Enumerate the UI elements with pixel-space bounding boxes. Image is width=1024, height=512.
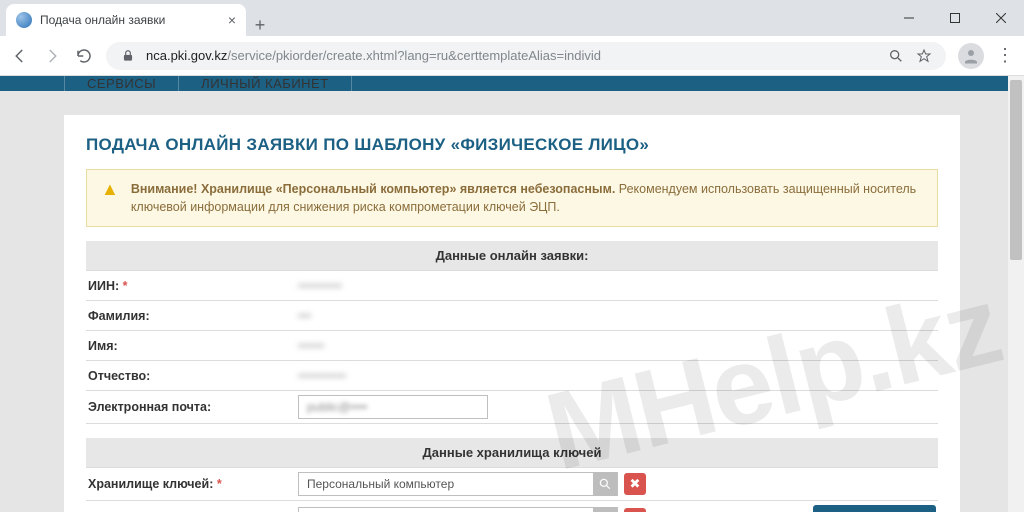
url-text: nca.pki.gov.kz/service/pkiorder/create.x… (146, 48, 601, 63)
browser-chrome: Подача онлайн заявки × + nca.pki.gov.kz/… (0, 0, 1024, 76)
window-controls (886, 0, 1024, 36)
new-tab-button[interactable]: + (246, 15, 274, 36)
value-lastname: ••• (296, 305, 938, 327)
profile-avatar[interactable] (958, 43, 984, 69)
value-email: public@•••• (296, 391, 938, 423)
browser-toolbar: nca.pki.gov.kz/service/pkiorder/create.x… (0, 36, 1024, 76)
tab-title: Подача онлайн заявки (40, 13, 220, 27)
clear-keypath-button[interactable]: ✖ (624, 508, 646, 512)
row-email: Электронная почта: public@•••• (86, 391, 938, 424)
row-firstname: Имя: •••••• (86, 331, 938, 361)
warning-text: Внимание! Хранилище «Персональный компью… (131, 180, 923, 216)
row-iin: ИИН: * •••••••••• (86, 271, 938, 301)
lock-icon (118, 46, 138, 66)
maximize-button[interactable] (932, 0, 978, 36)
row-keypath: Путь к хранилищу ключей: * C:\Users\MHel… (86, 501, 938, 512)
warning-banner: ▲ Внимание! Хранилище «Персональный комп… (86, 169, 938, 227)
menu-button[interactable]: ⋮ (996, 45, 1014, 66)
back-button[interactable] (10, 46, 30, 66)
forward-button[interactable] (42, 46, 62, 66)
row-keystore: Хранилище ключей: * Персональный компьют… (86, 468, 938, 501)
zoom-icon[interactable] (886, 46, 906, 66)
star-icon[interactable] (914, 46, 934, 66)
keystore-grid: Хранилище ключей: * Персональный компьют… (86, 467, 938, 512)
request-data-grid: ИИН: * •••••••••• Фамилия: ••• Имя: ••••… (86, 270, 938, 424)
label-iin: ИИН: * (86, 273, 296, 299)
submit-button[interactable]: Подать заявку (813, 505, 936, 512)
label-patronymic: Отчество: (86, 363, 296, 389)
section-keystore: Данные хранилища ключей (86, 438, 938, 467)
tab-strip: Подача онлайн заявки × + (0, 0, 1024, 36)
reload-button[interactable] (74, 46, 94, 66)
address-bar[interactable]: nca.pki.gov.kz/service/pkiorder/create.x… (106, 42, 946, 70)
page-title: ПОДАЧА ОНЛАЙН ЗАЯВКИ ПО ШАБЛОНУ «ФИЗИЧЕС… (86, 135, 938, 155)
value-keypath: C:\Users\MHelp.pro\Desktop\ЭЦП до 02.02.… (296, 501, 938, 512)
label-firstname: Имя: (86, 333, 296, 359)
page-viewport: СЕРВИСЫ ЛИЧНЫЙ КАБИНЕТ ПОДАЧА ОНЛАЙН ЗАЯ… (0, 76, 1024, 512)
value-iin: •••••••••• (296, 275, 938, 297)
nav-account[interactable]: ЛИЧНЫЙ КАБИНЕТ (179, 76, 352, 91)
label-lastname: Фамилия: (86, 303, 296, 329)
label-keystore: Хранилище ключей: * (86, 471, 296, 497)
search-icon[interactable] (593, 472, 617, 496)
warning-icon: ▲ (101, 180, 119, 216)
value-keystore: Персональный компьютер ✖ (296, 468, 938, 500)
site-nav-bar: СЕРВИСЫ ЛИЧНЫЙ КАБИНЕТ (0, 76, 1024, 91)
browser-tab[interactable]: Подача онлайн заявки × (6, 4, 246, 36)
minimize-button[interactable] (886, 0, 932, 36)
close-window-button[interactable] (978, 0, 1024, 36)
scrollbar[interactable] (1008, 76, 1024, 512)
value-patronymic: ••••••••••• (296, 365, 938, 387)
keystore-input[interactable]: Персональный компьютер (298, 472, 618, 496)
scroll-thumb[interactable] (1010, 80, 1022, 260)
close-tab-icon[interactable]: × (228, 12, 236, 28)
clear-keystore-button[interactable]: ✖ (624, 473, 646, 495)
row-lastname: Фамилия: ••• (86, 301, 938, 331)
main-panel: ПОДАЧА ОНЛАЙН ЗАЯВКИ ПО ШАБЛОНУ «ФИЗИЧЕС… (64, 115, 960, 512)
search-icon[interactable] (593, 507, 617, 512)
label-email: Электронная почта: (86, 394, 296, 420)
section-request-data: Данные онлайн заявки: (86, 241, 938, 270)
value-firstname: •••••• (296, 335, 938, 357)
favicon-icon (16, 12, 32, 28)
label-keypath: Путь к хранилищу ключей: * (86, 506, 296, 512)
keypath-input[interactable]: C:\Users\MHelp.pro\Desktop\ЭЦП до 02.02.… (298, 507, 618, 512)
row-patronymic: Отчество: ••••••••••• (86, 361, 938, 391)
nav-services[interactable]: СЕРВИСЫ (64, 76, 179, 91)
